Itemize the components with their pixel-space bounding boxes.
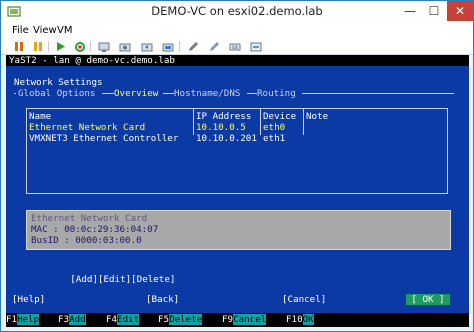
details-mac: MAC : 00:0c:29:36:04:07 — [31, 224, 159, 235]
ok-button[interactable]: [ OK ] — [406, 294, 450, 305]
pause-icon — [33, 42, 42, 51]
console-button[interactable] — [97, 40, 111, 53]
menu-vm[interactable]: VM — [57, 25, 72, 36]
edit-settings-button[interactable] — [186, 40, 200, 53]
yast-main-panel: Network Settings Global Options Overview… — [6, 66, 469, 327]
maximize-icon: ☐ — [428, 4, 440, 18]
delete-button[interactable]: [Delete] — [131, 274, 175, 285]
refresh-icon — [75, 41, 85, 52]
cancel-button[interactable]: [Cancel] — [282, 294, 326, 305]
column-header-device[interactable]: Device — [263, 111, 296, 122]
vm-console-window: DEMO-VC on esxi02.demo.lab — ☐ ✕ File Vi… — [0, 0, 474, 332]
fkey-f3[interactable]: F3 — [58, 314, 69, 325]
vm-console[interactable]: YaST2 - lan @ demo-vc.demo.lab Network S… — [6, 55, 469, 327]
table-row-device[interactable]: eth0 — [263, 122, 285, 133]
vm-settings-button[interactable] — [207, 40, 221, 53]
close-icon: ✕ — [454, 4, 466, 18]
help-button[interactable]: [Help] — [12, 294, 45, 305]
tab-routing[interactable]: Routing — [257, 88, 296, 99]
fkey-f3-label[interactable]: Add — [69, 314, 86, 325]
edit-icon — [189, 41, 198, 51]
revert-icon — [141, 43, 153, 51]
details-title: Ethernet Network Card — [31, 213, 148, 224]
settings-icon — [210, 41, 219, 51]
dialog-buttons: [Help] [Back] [Cancel] [ OK ] — [6, 294, 469, 305]
network-icon — [250, 42, 262, 51]
table-row-name[interactable]: VMXNET3 Ethernet Controller — [29, 133, 178, 144]
menu-file[interactable]: File — [12, 25, 29, 36]
revert-button[interactable] — [140, 40, 154, 53]
maximize-button[interactable]: ☐ — [423, 1, 445, 21]
tab-hostname-dns[interactable]: Hostname/DNS — [174, 88, 240, 99]
stop-icon — [14, 42, 23, 51]
minimize-button[interactable]: — — [399, 1, 421, 21]
pause-button[interactable] — [31, 40, 45, 53]
column-header-note[interactable]: Note — [306, 111, 328, 122]
yast-header: YaST2 - lan @ demo-vc.demo.lab — [6, 55, 469, 66]
fkey-f4-label[interactable]: Edit — [117, 314, 140, 325]
play-icon — [56, 42, 65, 51]
table-row-ip[interactable]: 10.10.0.5 — [196, 122, 246, 133]
toolbar — [1, 39, 473, 55]
function-key-bar: F1Help F3Add F4Edit F5Delete F9Cancel F1… — [6, 313, 469, 327]
snapshot-manager-button[interactable] — [161, 40, 175, 53]
fkey-f1-label[interactable]: Help — [17, 314, 40, 325]
tab-global-options[interactable]: Global Options — [18, 88, 95, 99]
send-keys-button[interactable] — [228, 40, 242, 53]
edit-button[interactable]: [Edit] — [98, 274, 131, 285]
title-bar[interactable]: DEMO-VC on esxi02.demo.lab — ☐ ✕ — [1, 1, 473, 24]
stop-button[interactable] — [12, 40, 26, 53]
device-details-panel: Ethernet Network Card MAC : 00:0c:29:36:… — [26, 210, 451, 250]
fkey-f5-label[interactable]: Delete — [169, 314, 203, 325]
add-button[interactable]: [Add] — [70, 274, 98, 285]
fkey-f1[interactable]: F1 — [6, 314, 17, 325]
snapshot-manager-icon — [162, 43, 174, 51]
fkey-f5[interactable]: F5 — [158, 314, 169, 325]
action-buttons: [Add][Edit][Delete] — [26, 263, 175, 296]
menu-bar: File View VM — [1, 23, 473, 39]
minimize-icon: — — [404, 4, 416, 18]
fkey-f4[interactable]: F4 — [106, 314, 117, 325]
snapshot-icon — [119, 43, 131, 51]
console-icon — [98, 42, 110, 52]
power-on-button[interactable] — [53, 40, 67, 53]
network-button[interactable] — [249, 40, 263, 53]
section-title: Network Settings — [14, 77, 103, 88]
fkey-f10-label[interactable]: OK — [302, 314, 314, 325]
table-row-ip[interactable]: 10.10.0.201 — [196, 133, 257, 144]
send-keys-icon — [229, 43, 241, 50]
tab-overview[interactable]: Overview — [114, 88, 158, 99]
fkey-f9[interactable]: F9 — [222, 314, 233, 325]
snapshot-button[interactable] — [118, 40, 132, 53]
table-row-name[interactable]: Ethernet Network Card — [29, 122, 145, 133]
fkey-f10[interactable]: F10 — [286, 314, 303, 325]
details-busid: BusID : 0000:03:00.0 — [31, 235, 142, 246]
menu-view[interactable]: View — [33, 25, 57, 36]
back-button[interactable]: [Back] — [146, 294, 179, 305]
close-button[interactable]: ✕ — [447, 1, 473, 21]
network-cards-table[interactable]: Name IP Address Device Note Ethernet Net… — [26, 108, 448, 194]
column-header-ip[interactable]: IP Address — [196, 111, 251, 122]
table-row-device[interactable]: eth1 — [263, 133, 285, 144]
fkey-f9-label[interactable]: Cancel — [233, 314, 267, 325]
reset-button[interactable] — [73, 40, 87, 53]
column-header-name[interactable]: Name — [29, 111, 51, 122]
